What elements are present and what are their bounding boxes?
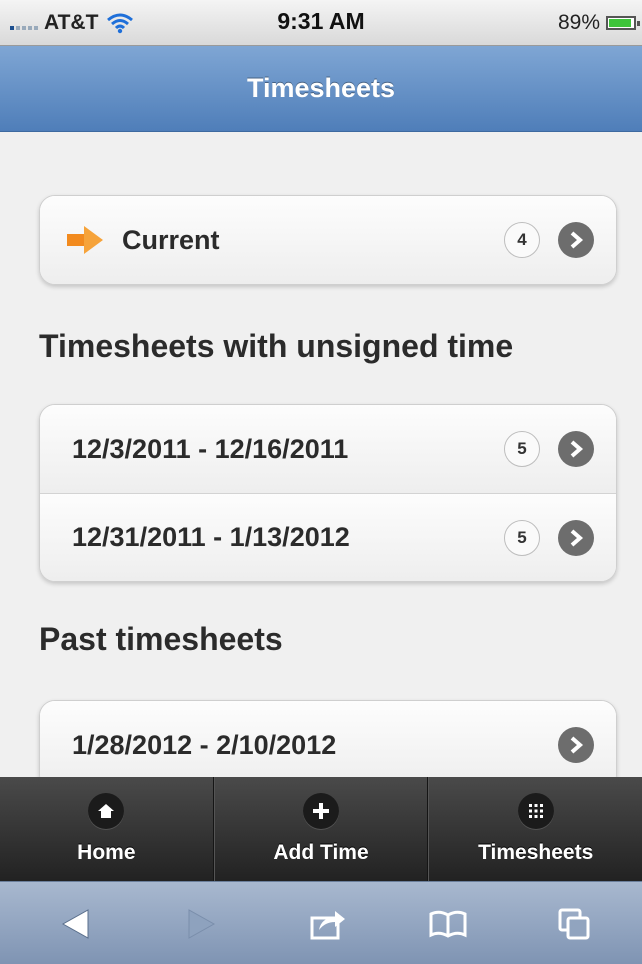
past-list: 1/28/2012 - 2/10/2012 <box>39 700 617 777</box>
tabs-button[interactable] <box>553 904 597 944</box>
count-badge: 4 <box>504 222 540 258</box>
bookmarks-icon <box>429 910 467 938</box>
tab-timesheets[interactable]: Timesheets <box>428 777 642 881</box>
list-item[interactable]: 1/28/2012 - 2/10/2012 <box>40 701 616 777</box>
status-bar: AT&T 9:31 AM 89% <box>0 0 642 46</box>
back-button[interactable] <box>53 904 97 944</box>
chevron-right-icon <box>558 222 594 258</box>
tab-label: Add Time <box>273 841 369 864</box>
forward-button[interactable] <box>180 904 224 944</box>
current-list: Current 4 <box>39 195 617 285</box>
chevron-right-icon <box>558 431 594 467</box>
share-icon <box>310 911 345 940</box>
count-badge: 5 <box>504 519 540 556</box>
unsigned-section-title: Timesheets with unsigned time <box>39 328 514 364</box>
current-label: Current <box>122 224 220 255</box>
battery-fill <box>609 19 631 27</box>
bookmarks-button[interactable] <box>426 904 470 944</box>
tab-add-time[interactable]: Add Time <box>213 777 429 881</box>
home-icon <box>88 793 125 829</box>
page-title: Timesheets <box>246 73 396 103</box>
tab-home[interactable]: Home <box>0 777 214 881</box>
tabs-icon <box>558 908 590 940</box>
period-label: 12/31/2011 - 1/13/2012 <box>72 522 350 552</box>
tab-label: Timesheets <box>478 841 594 864</box>
current-row[interactable]: Current 4 <box>40 196 616 284</box>
chevron-right-icon <box>558 727 594 763</box>
page-header: Timesheets <box>0 46 642 132</box>
chevron-right-icon <box>558 519 594 556</box>
status-time: 9:31 AM <box>277 8 365 34</box>
tab-bar: Home Add Time Timesheets <box>0 777 642 881</box>
back-icon <box>61 909 89 939</box>
browser-toolbar <box>0 881 642 964</box>
forward-icon <box>188 909 216 939</box>
tab-label: Home <box>77 841 136 864</box>
unsigned-list: 12/3/2011 - 12/16/2011 5 12/31/2011 - 1/… <box>39 404 617 582</box>
arrow-right-icon <box>67 226 103 254</box>
grid-icon <box>517 793 554 829</box>
past-section-title: Past timesheets <box>39 621 283 657</box>
period-label: 1/28/2012 - 2/10/2012 <box>72 729 337 760</box>
share-button[interactable] <box>306 904 350 944</box>
list-item[interactable]: 12/31/2011 - 1/13/2012 5 <box>40 493 616 581</box>
battery-percent: 89% <box>557 11 600 34</box>
plus-icon <box>303 793 339 829</box>
status-right: 89% <box>557 8 640 38</box>
main-content[interactable]: Current 4 Timesheets with unsigned time … <box>0 132 642 777</box>
list-item[interactable]: 12/3/2011 - 12/16/2011 5 <box>40 405 616 493</box>
period-label: 12/3/2011 - 12/16/2011 <box>72 433 349 464</box>
count-badge: 5 <box>504 431 540 467</box>
battery-icon <box>606 16 640 30</box>
